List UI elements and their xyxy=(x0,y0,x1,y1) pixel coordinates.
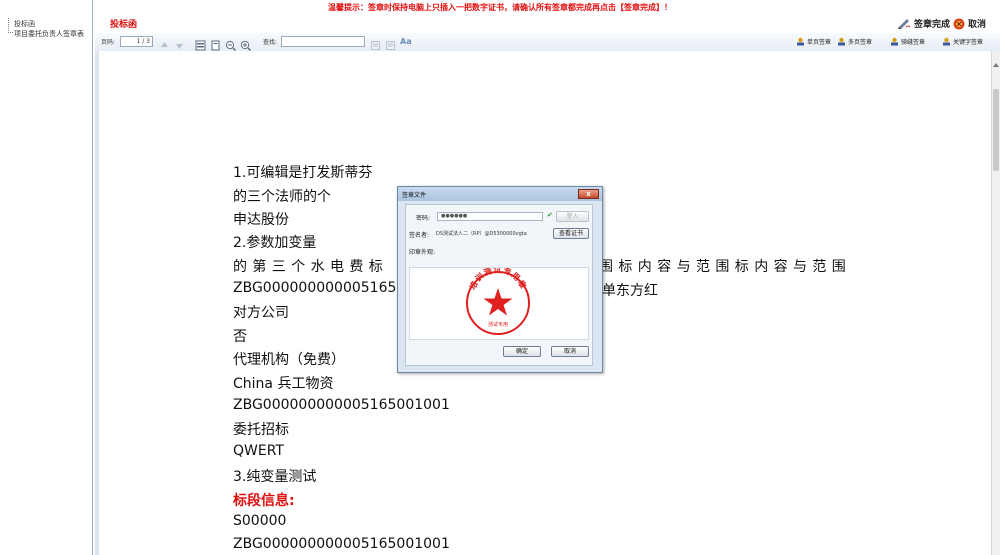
seal-preview-box: 培训测试专用章 测试专用 xyxy=(409,264,589,340)
stamp-icon xyxy=(838,37,845,46)
find-prev-icon[interactable] xyxy=(370,36,381,50)
cancel-button[interactable]: 取消 xyxy=(953,17,986,30)
page-number-label: 页码: xyxy=(101,39,116,46)
search-input[interactable] xyxy=(281,36,365,47)
doc-line: 3.纯变量测试 xyxy=(233,469,317,485)
doc-line: QWERT xyxy=(233,443,284,459)
doc-line: 代理机构（免费） xyxy=(233,352,345,368)
page-shadow xyxy=(95,51,99,555)
doc-line: ZBG000000000005165001001 xyxy=(233,536,450,552)
finish-sign-button[interactable]: 签章完成 xyxy=(898,17,950,30)
password-label: 密码: xyxy=(416,215,431,222)
zoom-in-icon[interactable] xyxy=(240,36,252,52)
keyword-sign-button[interactable]: 关键字签章 xyxy=(942,37,983,46)
cancel-icon xyxy=(953,18,965,29)
search-label: 查找: xyxy=(263,39,278,46)
document-title: 投标函 xyxy=(110,20,138,30)
doc-line-overflow: 单东方红 xyxy=(602,283,658,299)
doc-line: ZBG000000000005165001 xyxy=(233,280,424,296)
sidebar-item-project-sign-table[interactable]: 项目委托负责人签章表 xyxy=(14,29,84,39)
dialog-close-button[interactable]: x xyxy=(578,189,599,199)
login-button[interactable]: 登入 xyxy=(556,211,589,222)
dialog-title: 签章文件 xyxy=(402,192,427,199)
stamp-icon xyxy=(797,37,804,46)
fit-width-icon[interactable] xyxy=(195,36,206,51)
seal-bottom-text: 测试专用 xyxy=(488,321,508,328)
font-size-icon[interactable]: Aa xyxy=(400,36,412,47)
doc-line: 标段信息: xyxy=(233,493,295,509)
view-certificate-button[interactable]: 查看证书 xyxy=(553,228,589,239)
doc-line: 1.可编辑是打发斯蒂芬 xyxy=(233,165,373,181)
multi-page-sign-label: 多页签章 xyxy=(848,39,873,46)
seam-sign-label: 骑缝签章 xyxy=(901,39,926,46)
prev-page-icon[interactable] xyxy=(159,36,170,47)
doc-line: 2.参数加变量 xyxy=(233,235,317,251)
sign-pen-icon xyxy=(898,19,911,29)
scroll-up-arrow[interactable] xyxy=(993,53,999,67)
signer-label: 签名者: xyxy=(409,232,430,239)
seal-ring-text: 培训测试专用章 xyxy=(467,264,528,291)
doc-line: ZBG000000000005165001001 xyxy=(233,397,450,413)
svg-text:培训测试专用章: 培训测试专用章 xyxy=(467,268,529,291)
doc-line: 否 xyxy=(233,329,247,345)
next-page-icon[interactable] xyxy=(174,36,185,49)
doc-line: 的第三个水电费标 xyxy=(233,259,389,275)
seal-preview-label: 印章外观: xyxy=(409,249,436,256)
doc-line: 委托招标 xyxy=(233,422,289,438)
sidebar-item-tender-letter[interactable]: 投标函 xyxy=(14,19,35,29)
single-page-sign-label: 单页签章 xyxy=(807,39,832,46)
fit-page-icon[interactable] xyxy=(210,36,221,51)
dialog-titlebar: 签章文件 x xyxy=(398,187,602,201)
single-page-sign-button[interactable]: 单页签章 xyxy=(796,37,831,46)
scroll-thumb[interactable] xyxy=(993,89,999,171)
doc-line: China 兵工物资 xyxy=(233,376,334,392)
dialog-cancel-button[interactable]: 取消 xyxy=(551,346,589,357)
vertical-scrollbar[interactable] xyxy=(991,51,1000,555)
sign-dialog: 签章文件 x 密码: ●●●●●● ✔ 登入 签名者: DS测试法人二（RP）@… xyxy=(397,186,603,373)
seam-sign-button[interactable]: 骑缝签章 xyxy=(890,37,925,46)
check-icon: ✔ xyxy=(547,211,553,219)
doc-line: S00000 xyxy=(233,513,287,529)
doc-line: 申达股份 xyxy=(233,212,289,228)
ok-button[interactable]: 确定 xyxy=(503,346,541,357)
finish-sign-label: 签章完成 xyxy=(914,20,951,30)
stamp-icon xyxy=(943,37,950,46)
sidebar-tree: 投标函 项目委托负责人签章表 xyxy=(0,0,93,555)
doc-line: 的三个法师的个 xyxy=(233,189,331,205)
page-number-input[interactable] xyxy=(120,36,153,47)
zoom-out-icon[interactable] xyxy=(225,36,237,52)
company-seal-icon: 培训测试专用章 测试专用 xyxy=(466,264,530,335)
dialog-body: 密码: ●●●●●● ✔ 登入 签名者: DS测试法人二（RP）@D530000… xyxy=(405,204,593,366)
password-field[interactable]: ●●●●●● xyxy=(437,212,543,221)
find-next-icon[interactable] xyxy=(385,36,396,50)
pdf-toolbar: 页码: 查找: Aa 单页签章 多页签章 骑缝签章 关键字签章 xyxy=(95,33,1000,52)
tree-connector xyxy=(8,18,13,33)
warning-banner: 温馨提示：签章时保持电脑上只插入一把数字证书，请确认所有签章都完成再点击【签章完… xyxy=(328,3,672,12)
doc-line: 对方公司 xyxy=(233,305,289,321)
multi-page-sign-button[interactable]: 多页签章 xyxy=(837,37,872,46)
doc-line-overflow: 围标内容与范围标内容与范围 xyxy=(599,259,852,275)
keyword-sign-label: 关键字签章 xyxy=(953,39,984,46)
signer-value: DS测试法人二（RP）@D5300000vgta xyxy=(436,231,527,237)
stamp-icon xyxy=(891,37,898,46)
cancel-label: 取消 xyxy=(968,20,987,30)
